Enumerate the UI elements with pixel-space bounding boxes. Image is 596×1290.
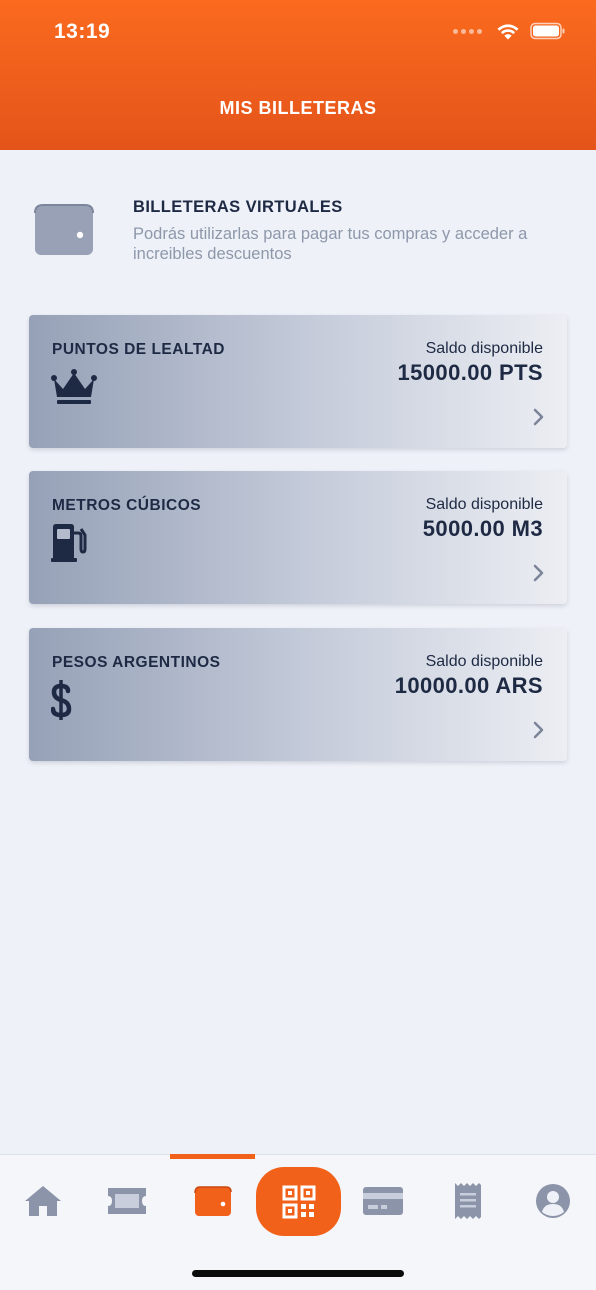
balance-label: Saldo disponible	[425, 653, 543, 670]
chevron-right-icon	[533, 564, 544, 582]
battery-icon	[530, 22, 565, 40]
intro-description: Podrás utilizarlas para pagar tus compra…	[133, 225, 528, 263]
signal-icon	[453, 28, 482, 34]
gas-pump-icon	[51, 524, 87, 562]
home-icon	[25, 1186, 61, 1216]
wallet-label: METROS CÚBICOS	[52, 497, 202, 514]
wifi-icon	[497, 24, 519, 40]
credit-card-icon	[363, 1187, 403, 1215]
nav-qr-button[interactable]	[256, 1167, 341, 1236]
user-icon	[536, 1184, 570, 1218]
balance-label: Saldo disponible	[425, 496, 543, 513]
ticket-icon	[108, 1188, 146, 1214]
crown-icon	[51, 369, 97, 404]
receipt-icon	[455, 1183, 481, 1219]
status-time: 13:19	[54, 20, 111, 43]
qr-code-icon	[282, 1185, 315, 1218]
wallet-label: PUNTOS DE LEALTAD	[52, 341, 225, 358]
wallet-card-metros[interactable]: METROS CÚBICOS Saldo disponible 5000.00 …	[29, 471, 567, 604]
balance-value: 15000.00 PTS	[397, 360, 543, 385]
balance-value: 10000.00 ARS	[394, 673, 543, 698]
dollar-icon	[51, 680, 72, 720]
wallet-icon	[34, 204, 94, 255]
nav-home[interactable]	[13, 1171, 73, 1231]
nav-profile[interactable]	[523, 1171, 583, 1231]
wallet-card-puntos[interactable]: PUNTOS DE LEALTAD Saldo disponible 15000…	[29, 315, 567, 448]
intro-title: BILLETERAS VIRTUALES	[133, 198, 343, 216]
nav-cards[interactable]	[353, 1171, 413, 1231]
chevron-right-icon	[533, 408, 544, 426]
status-indicators	[453, 22, 566, 40]
nav-tickets[interactable]	[97, 1171, 157, 1231]
nav-receipts[interactable]	[438, 1171, 498, 1231]
active-tab-indicator	[170, 1154, 255, 1159]
wallet-icon	[194, 1186, 232, 1216]
wallet-label: PESOS ARGENTINOS	[52, 654, 221, 671]
home-indicator	[192, 1270, 404, 1277]
balance-label: Saldo disponible	[425, 340, 543, 357]
page-title: MIS BILLETERAS	[219, 98, 377, 118]
chevron-right-icon	[533, 721, 544, 739]
balance-value: 5000.00 M3	[422, 516, 543, 541]
app-header: 13:19 MIS BILLETERAS	[0, 0, 596, 150]
wallet-card-pesos[interactable]: PESOS ARGENTINOS Saldo disponible 10000.…	[29, 628, 567, 761]
nav-wallets[interactable]	[183, 1171, 243, 1231]
